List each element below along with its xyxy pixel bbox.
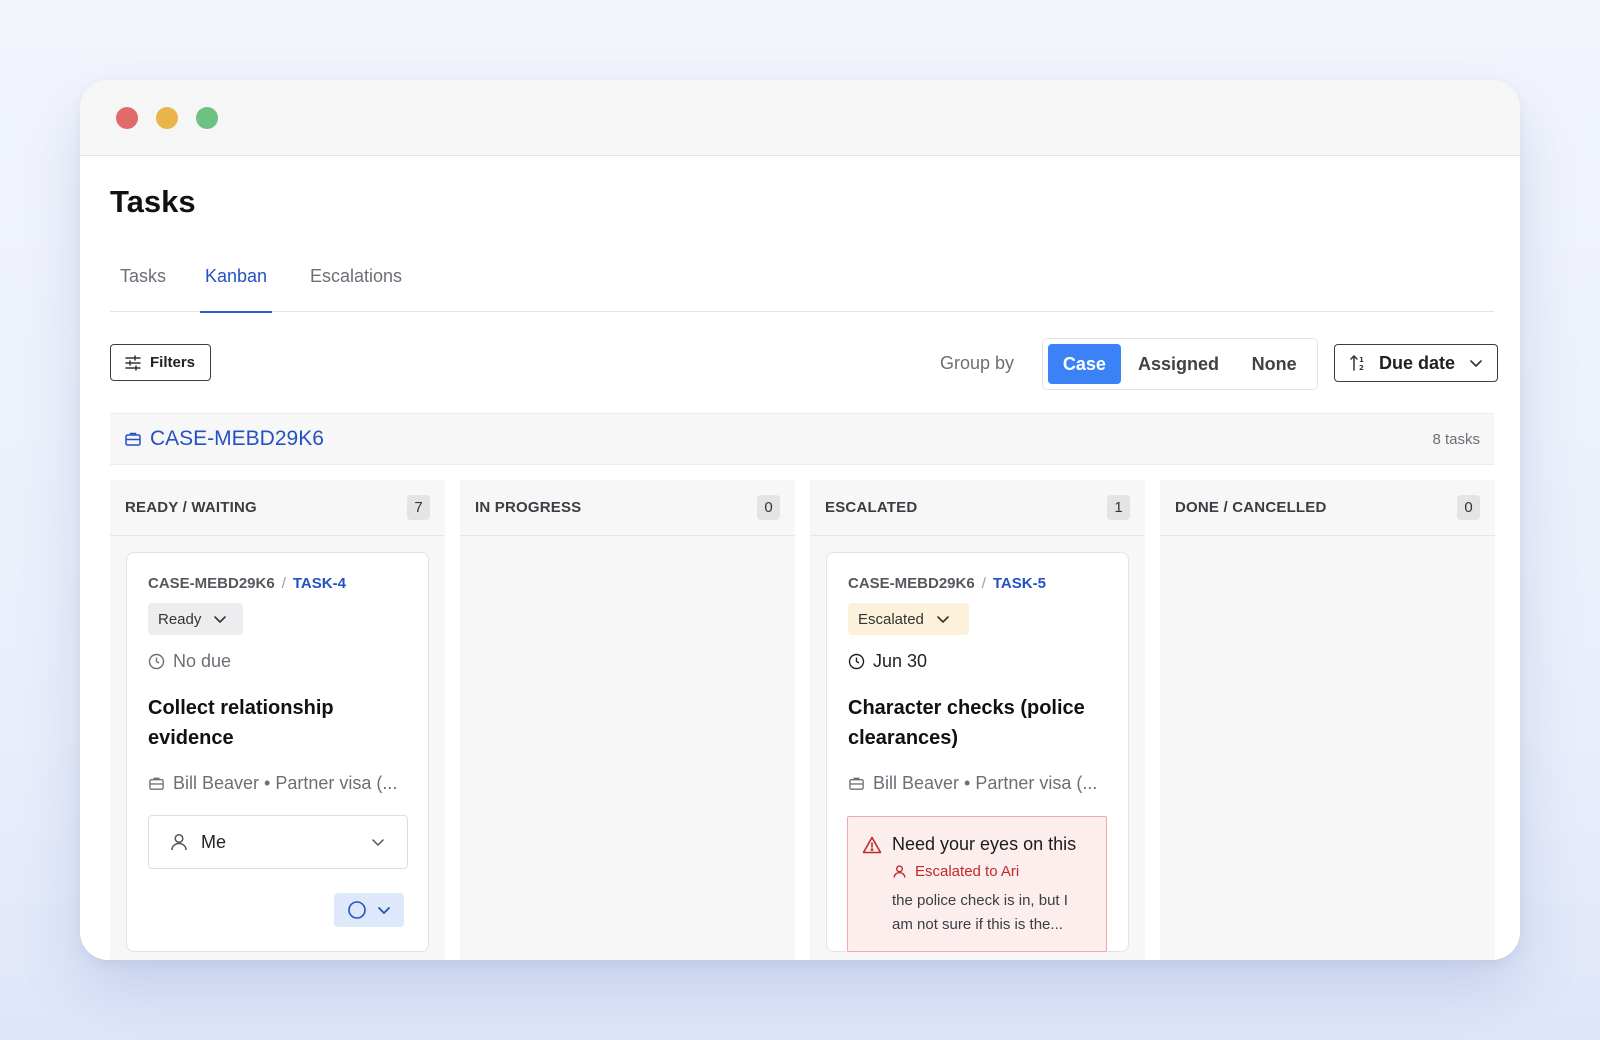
title-bar: [80, 80, 1520, 156]
tab-kanban[interactable]: Kanban: [200, 266, 273, 313]
task-id-link[interactable]: TASK-4: [293, 575, 346, 592]
main-content: Tasks Tasks Kanban Escalations Filters G…: [110, 156, 1498, 960]
task-card[interactable]: CASE-MEBD29K6 / TASK-4 Ready No due Coll…: [126, 552, 429, 952]
task-id-link[interactable]: TASK-5: [993, 575, 1046, 592]
status-label: Escalated: [858, 610, 924, 628]
kanban-column-in-progress: IN PROGRESS 0: [460, 480, 795, 960]
status-dropdown[interactable]: Ready: [148, 603, 243, 635]
briefcase-icon: [124, 430, 142, 448]
task-meta: Bill Beaver • Partner visa (...: [148, 773, 397, 794]
status-dropdown[interactable]: Escalated: [848, 603, 969, 635]
app-window: Tasks Tasks Kanban Escalations Filters G…: [80, 80, 1520, 960]
chevron-down-icon: [371, 835, 385, 849]
column-title: DONE / CANCELLED: [1175, 499, 1327, 516]
status-label: Ready: [158, 610, 202, 628]
svg-text:2: 2: [1359, 364, 1364, 372]
task-title[interactable]: Character checks (police clearances): [848, 693, 1118, 753]
due-date: Jun 30: [848, 651, 927, 672]
breadcrumb-separator: /: [281, 575, 286, 592]
user-icon: [892, 864, 907, 879]
sort-icon: 1 2: [1349, 353, 1369, 373]
column-header: IN PROGRESS 0: [460, 480, 795, 536]
kanban-column-escalated: ESCALATED 1 CASE-MEBD29K6 / TASK-5 Escal…: [810, 480, 1145, 960]
task-meta-text: Bill Beaver • Partner visa (...: [173, 773, 398, 793]
due-label: No due: [173, 651, 232, 671]
task-breadcrumb: CASE-MEBD29K6 / TASK-5: [848, 575, 1046, 592]
user-icon: [169, 832, 189, 852]
group-by-none-button[interactable]: None: [1236, 344, 1312, 384]
chevron-down-icon: [213, 612, 227, 626]
column-header: ESCALATED 1: [810, 480, 1145, 536]
filters-label: Filters: [150, 354, 196, 371]
chevron-down-icon: [1469, 356, 1483, 370]
group-by-case-button[interactable]: Case: [1048, 344, 1121, 384]
view-tabs: Tasks Kanban Escalations: [110, 256, 1494, 313]
escalation-title-text: Need your eyes on this: [892, 834, 1077, 854]
column-header: READY / WAITING 7: [110, 480, 445, 536]
task-breadcrumb: CASE-MEBD29K6 / TASK-4: [148, 575, 346, 592]
warning-icon: [862, 836, 882, 854]
case-group-header: CASE-MEBD29K6 8 tasks: [110, 413, 1494, 465]
breadcrumb-separator: /: [981, 575, 986, 592]
sort-dropdown[interactable]: 1 2 Due date: [1334, 344, 1498, 382]
circle-icon: [347, 900, 367, 920]
group-by-segmented-control: Case Assigned None: [1042, 338, 1318, 390]
kanban-column-ready: READY / WAITING 7 CASE-MEBD29K6 / TASK-4…: [110, 480, 445, 960]
assignee-value: Me: [201, 831, 227, 852]
escalation-notice[interactable]: Need your eyes on this Escalated to Ari …: [847, 816, 1107, 952]
escalation-title: Need your eyes on this: [862, 834, 1076, 855]
case-id: CASE-MEBD29K6: [150, 427, 324, 450]
kanban-column-done: DONE / CANCELLED 0: [1160, 480, 1495, 960]
page-title: Tasks: [110, 184, 196, 219]
column-count-badge: 1: [1107, 495, 1130, 520]
card-case-id: CASE-MEBD29K6: [848, 575, 975, 592]
escalation-note: the police check is in, but I am not sur…: [892, 892, 1068, 933]
zoom-window-button[interactable]: [196, 107, 218, 129]
case-link[interactable]: CASE-MEBD29K6: [124, 427, 324, 451]
escalated-to-text: Escalated to Ari: [915, 863, 1020, 880]
task-title[interactable]: Collect relationship evidence: [148, 693, 418, 753]
column-count-badge: 0: [757, 495, 780, 520]
column-title: IN PROGRESS: [475, 499, 582, 516]
briefcase-icon: [848, 775, 865, 792]
case-task-count: 8 tasks: [1432, 431, 1480, 448]
due-label: Jun 30: [873, 651, 928, 671]
group-by-label: Group by: [940, 353, 1015, 373]
filters-button[interactable]: Filters: [110, 344, 211, 381]
chevron-down-icon: [936, 612, 950, 626]
due-date: No due: [148, 651, 231, 672]
assignee-select[interactable]: Me: [148, 815, 408, 869]
task-meta-text: Bill Beaver • Partner visa (...: [873, 773, 1098, 793]
chevron-down-icon: [377, 903, 391, 917]
column-title: READY / WAITING: [125, 499, 257, 516]
clock-icon: [848, 653, 865, 670]
card-case-id: CASE-MEBD29K6: [148, 575, 275, 592]
minimize-window-button[interactable]: [156, 107, 178, 129]
column-count-badge: 0: [1457, 495, 1480, 520]
escalated-to: Escalated to Ari: [892, 863, 1019, 880]
column-header: DONE / CANCELLED 0: [1160, 480, 1495, 536]
tab-tasks[interactable]: Tasks: [120, 266, 166, 312]
complete-task-button[interactable]: [334, 893, 404, 927]
close-window-button[interactable]: [116, 107, 138, 129]
task-card[interactable]: CASE-MEBD29K6 / TASK-5 Escalated Jun 30: [826, 552, 1129, 952]
sliders-icon: [124, 354, 142, 372]
sort-label: Due date: [1379, 352, 1456, 373]
task-meta: Bill Beaver • Partner visa (...: [848, 773, 1097, 794]
column-title: ESCALATED: [825, 499, 918, 516]
tab-escalations[interactable]: Escalations: [310, 266, 402, 312]
group-by-assigned-button[interactable]: Assigned: [1121, 344, 1237, 384]
column-count-badge: 7: [407, 495, 430, 520]
briefcase-icon: [148, 775, 165, 792]
svg-text:1: 1: [1359, 356, 1364, 364]
clock-icon: [148, 653, 165, 670]
